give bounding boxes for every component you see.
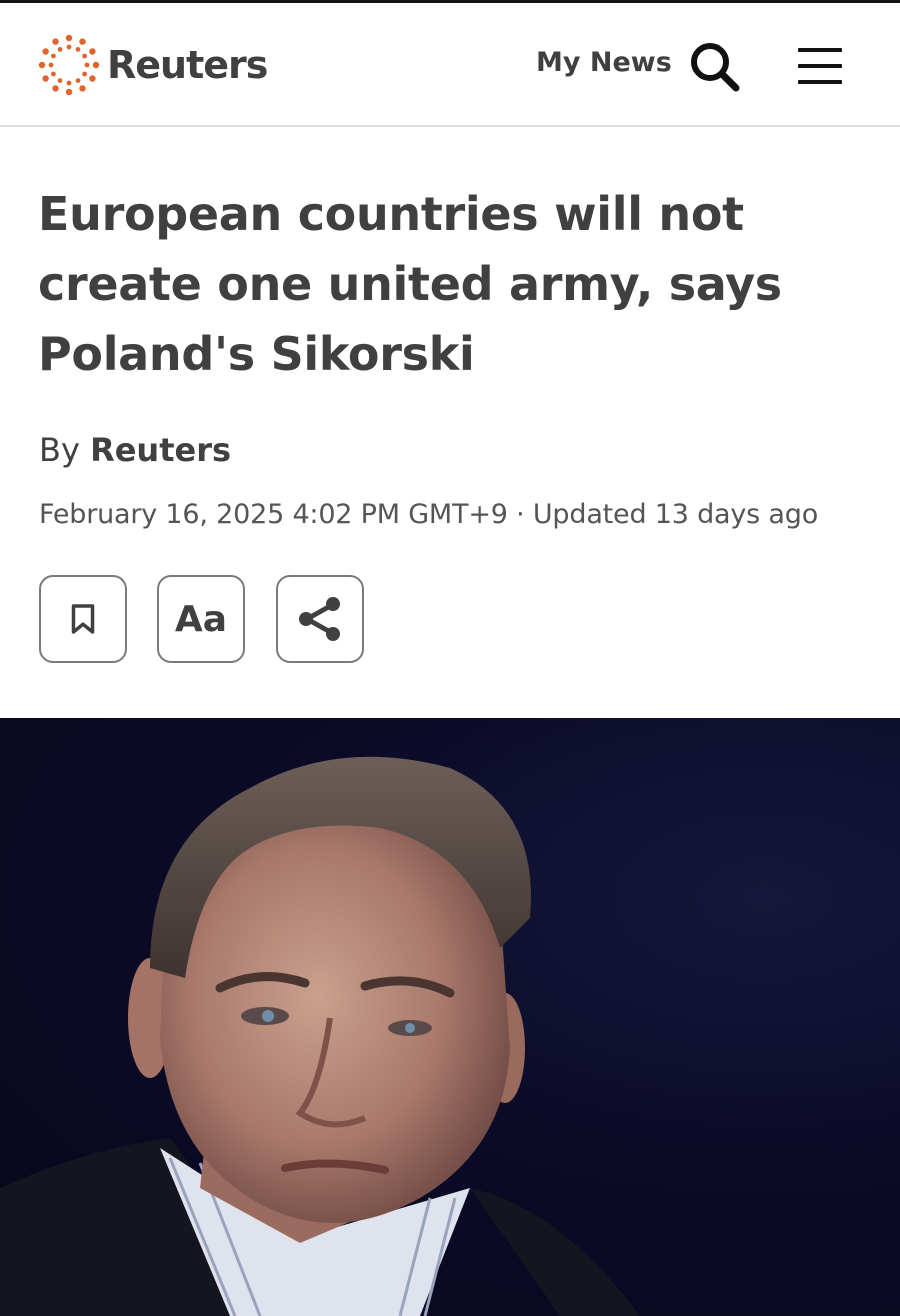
- share-button[interactable]: [276, 575, 364, 663]
- reuters-logo[interactable]: Reuters: [38, 34, 268, 96]
- bookmark-button[interactable]: [39, 575, 127, 663]
- text-size-button[interactable]: Aa: [157, 575, 245, 663]
- publish-date: February 16, 2025 4:02 PM GMT+9 · Update…: [39, 499, 819, 530]
- portrait-illustration: [0, 756, 640, 1316]
- text-size-label: Aa: [174, 598, 228, 640]
- article-headline: European countries will not create one u…: [38, 187, 782, 381]
- search-button[interactable]: [689, 41, 741, 93]
- my-news-link[interactable]: My News: [536, 47, 672, 78]
- logo-wordmark: Reuters: [107, 43, 268, 87]
- site-header: Reuters My News: [0, 3, 900, 127]
- share-icon: [299, 597, 340, 641]
- hamburger-menu-icon: [798, 48, 842, 84]
- menu-button[interactable]: [796, 46, 844, 86]
- article-photo: [0, 718, 900, 1316]
- search-icon: [691, 43, 740, 92]
- byline-prefix: By: [39, 431, 80, 469]
- byline-author[interactable]: Reuters: [90, 431, 231, 469]
- reuters-logo-icon: [38, 34, 100, 96]
- byline: By Reuters: [39, 431, 231, 469]
- bookmark-icon: [71, 604, 95, 634]
